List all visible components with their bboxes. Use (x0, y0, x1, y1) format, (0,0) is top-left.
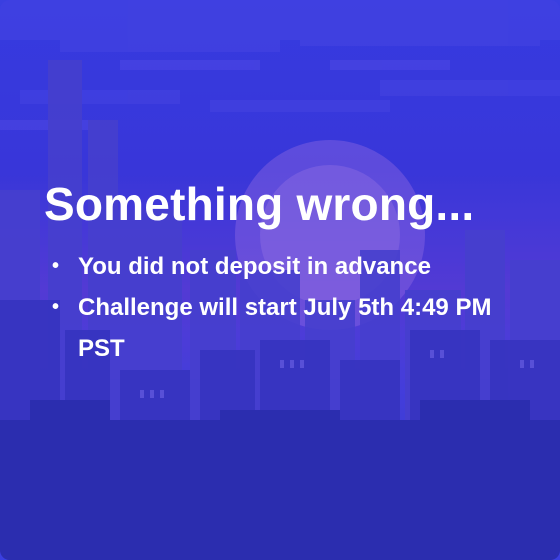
error-reason-item: • Challenge will start July 5th 4:49 PM … (52, 287, 524, 369)
bullet-icon: • (52, 255, 60, 277)
error-title: Something wrong... (44, 178, 475, 230)
bullet-icon: • (52, 296, 60, 318)
error-reason-item: • You did not deposit in advance (52, 246, 524, 287)
error-dialog: Something wrong... • You did not deposit… (0, 0, 560, 560)
error-reason-text: You did not deposit in advance (78, 253, 431, 280)
error-message: Something wrong... • You did not deposit… (44, 176, 524, 369)
error-reasons-list: • You did not deposit in advance • Chall… (44, 246, 524, 369)
error-reason-text: Challenge will start July 5th 4:49 PM PS… (78, 294, 492, 362)
